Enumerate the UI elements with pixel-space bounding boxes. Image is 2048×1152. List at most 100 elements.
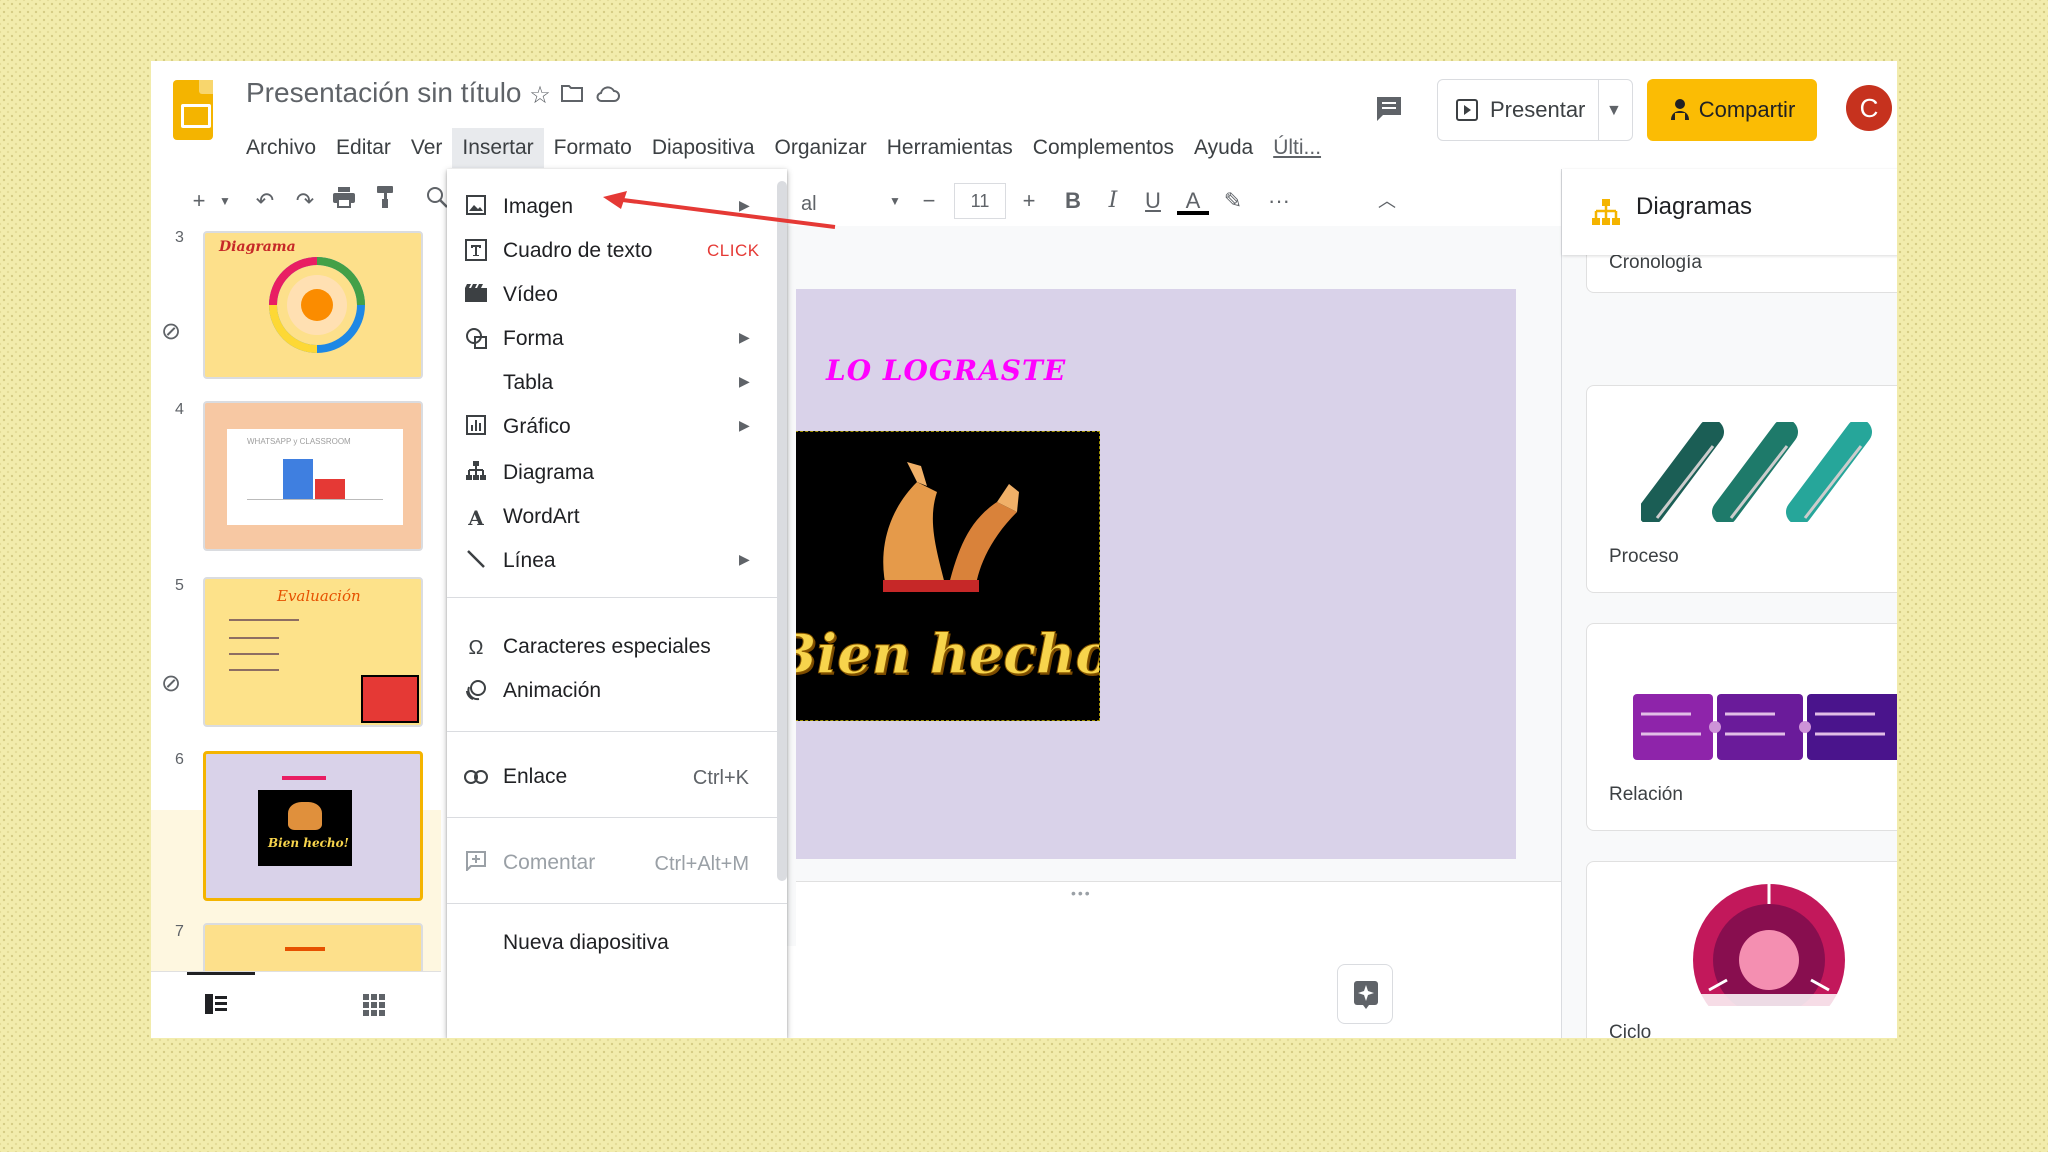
thumb-line [229,653,279,655]
redo-icon[interactable]: ↷ [289,185,321,217]
slide-number: 5 [175,577,184,594]
menu-item-linea[interactable]: Línea ▶ [447,539,787,583]
account-avatar[interactable]: C [1846,85,1892,131]
font-size-input[interactable]: 11 [954,183,1006,219]
decrease-font-size-icon[interactable]: − [913,185,945,217]
menu-item-label: Animación [503,679,602,702]
slide-number: 4 [175,401,184,418]
menu-complementos[interactable]: Complementos [1023,128,1184,168]
menu-archivo[interactable]: Archivo [236,128,326,168]
present-options-caret-icon[interactable]: ▼ [1606,102,1622,120]
menu-item-label: Enlace [503,765,568,788]
menu-item-wordart[interactable]: A WordArt [447,495,787,539]
annotation-arrow-icon [603,191,836,229]
menu-herramientas[interactable]: Herramientas [877,128,1023,168]
submenu-arrow-icon: ▶ [739,551,750,567]
menu-separator [447,903,787,904]
print-icon[interactable] [328,185,360,217]
diagram-card-ciclo[interactable]: Ciclo › [1586,861,1897,1038]
menu-item-nueva-diapositiva[interactable]: Nueva diapositiva [447,905,787,954]
menu-organizar[interactable]: Organizar [765,128,877,168]
explore-button[interactable] [1337,964,1393,1024]
menu-ayuda[interactable]: Ayuda [1184,128,1263,168]
undo-icon[interactable]: ↶ [249,185,281,217]
share-label: Compartir [1698,97,1796,122]
present-label: Presentar [1490,97,1586,122]
submenu-arrow-icon: ▶ [739,417,750,433]
new-slide-layout-caret-icon[interactable]: ▼ [209,185,241,217]
star-icon[interactable]: ☆ [525,81,555,111]
italic-icon[interactable]: I [1097,185,1129,217]
underline-icon[interactable]: U [1137,185,1169,217]
menu-item-label: Gráfico [503,415,571,438]
menu-scrollbar[interactable] [777,181,787,881]
panel-title: Diagramas [1636,193,1753,220]
font-family-caret-icon[interactable]: ▼ [879,185,911,217]
diagram-icon [463,461,489,487]
diagram-card-relacion[interactable]: Relación › [1586,623,1897,831]
thumb-title: WHATSAPP y CLASSROOM [247,437,351,446]
thumb-heading [285,947,325,951]
document-title[interactable]: Presentación sin título [246,77,522,109]
highlight-color-icon[interactable]: ✎ [1217,185,1249,217]
notes-resize-handle[interactable]: ••• [1071,885,1092,901]
menu-editar[interactable]: Editar [326,128,401,168]
thumb-bar [283,459,313,499]
insert-menu-dropdown: Imagen ▶ Cuadro de texto Vídeo Forma ▶ T… [447,169,787,1038]
menu-item-caracteres-especiales[interactable]: Ω Caracteres especiales [447,625,787,669]
text-color-icon[interactable]: A [1177,185,1209,215]
slide-thumbnail-3[interactable]: Diagrama [203,231,423,379]
slide-thumbnail-4[interactable]: WHATSAPP y CLASSROOM [203,401,423,551]
cycle-diagram-preview [1691,884,1847,1006]
cloud-status-icon[interactable] [593,81,623,111]
cycle-diagram-icon [269,257,365,353]
paint-format-icon[interactable] [369,185,401,217]
menu-item-label: Forma [503,327,564,350]
increase-font-size-icon[interactable]: + [1013,185,1045,217]
shortcut-label: Ctrl+K [692,767,749,789]
submenu-arrow-icon: ▶ [739,373,750,389]
animation-icon [463,679,489,705]
menu-item-diagrama[interactable]: Diagrama [447,451,787,495]
bold-icon[interactable]: B [1057,185,1089,217]
move-folder-icon[interactable] [557,81,587,111]
menu-item-comentar: Comentar Ctrl+Alt+M [447,841,787,885]
menu-item-label: Comentar [503,851,596,874]
current-slide[interactable]: LO LOGRASTE Bien hecho! [796,289,1516,859]
present-button[interactable]: Presentar ▼ [1437,79,1633,141]
menu-formato[interactable]: Formato [544,128,642,168]
menu-item-label: Nueva diapositiva [503,931,669,954]
menu-item-label: Tabla [503,371,554,394]
slides-logo[interactable] [173,80,213,140]
comment-history-icon[interactable] [1373,93,1405,125]
menu-item-forma[interactable]: Forma ▶ [447,317,787,361]
collapse-menus-icon[interactable]: ︿ [1371,185,1403,217]
menu-item-animacion[interactable]: Animación [447,669,787,713]
menu-separator [447,731,787,732]
diagram-card-proceso[interactable]: Proceso › [1586,385,1897,593]
menu-diapositiva[interactable]: Diapositiva [642,128,765,168]
more-options-icon[interactable]: ··· [1263,185,1295,217]
menu-item-video[interactable]: Vídeo [447,273,787,317]
bien-hecho-image[interactable]: Bien hecho! [796,431,1100,721]
diagrams-side-panel: Cronología › Diagramas ✕ Proceso › [1561,169,1897,1038]
menu-item-enlace[interactable]: Enlace Ctrl+K [447,755,787,799]
menu-ver[interactable]: Ver [401,128,453,168]
last-edit-link[interactable]: Últi... [1263,128,1331,168]
menu-separator [447,597,787,598]
share-button[interactable]: Compartir [1647,79,1817,141]
slide-heading[interactable]: LO LOGRASTE [826,354,1066,387]
panel-header: Diagramas ✕ [1562,169,1897,255]
menu-item-tabla[interactable]: Tabla ▶ [447,361,787,405]
menu-item-label: Caracteres especiales [503,635,711,658]
grid-view-icon[interactable] [363,994,385,1016]
slide-thumbnail-6[interactable]: Bien hecho! [203,751,423,901]
slide-thumbnail-5[interactable]: Evaluación [203,577,423,727]
menu-bar: Archivo Editar Ver Insertar Formato Diap… [236,128,1331,168]
filmstrip-view-icon[interactable] [205,994,227,1014]
menu-item-grafico[interactable]: Gráfico ▶ [447,405,787,449]
menu-insertar[interactable]: Insertar [452,128,544,168]
thumb-image: Bien hecho! [258,790,352,866]
speaker-notes-area[interactable] [796,881,1561,1038]
card-label: Relación [1609,784,1683,805]
